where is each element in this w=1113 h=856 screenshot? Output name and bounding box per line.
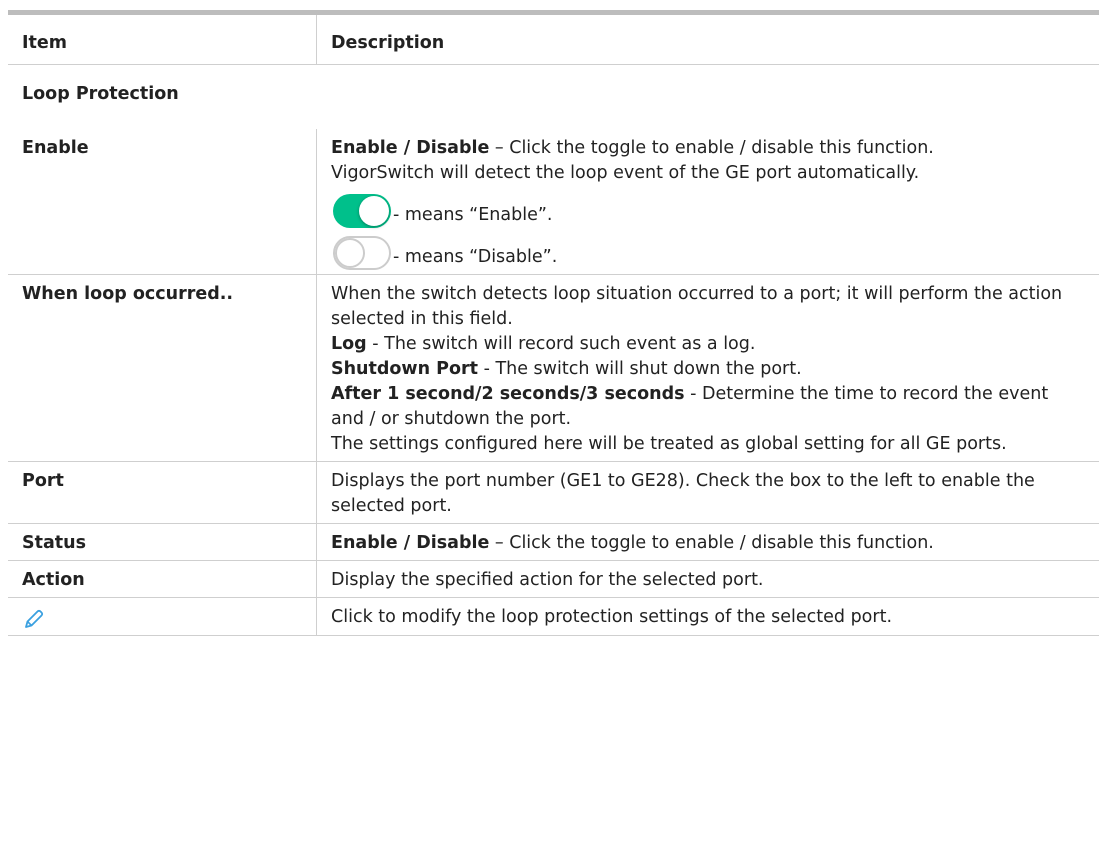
loop-shutdown-text: - The switch will shut down the port. — [478, 359, 802, 379]
toggle-off-text: - means “Disable”. — [393, 247, 558, 267]
row-desc-enable: Enable / Disable – Click the toggle to e… — [316, 129, 1099, 275]
table-header-row: Item Description — [8, 10, 1099, 65]
loop-after-bold: After 1 second/2 seconds/3 seconds — [331, 384, 685, 404]
row-label-port: Port — [8, 461, 317, 524]
row-desc-action: Display the specified action for the sel… — [316, 560, 1099, 598]
loop-global-text: The settings configured here will be tre… — [331, 434, 1007, 454]
row-desc-loop: When the switch detects loop situation o… — [316, 274, 1099, 462]
loop-log-text: - The switch will record such event as a… — [366, 334, 756, 354]
row-label-enable: Enable — [8, 129, 317, 275]
table-row: Enable Enable / Disable – Click the togg… — [8, 129, 1099, 275]
header-description: Description — [316, 10, 1099, 65]
toggle-on-text: - means “Enable”. — [393, 205, 553, 225]
header-item: Item — [8, 10, 317, 65]
section-title: Loop Protection — [22, 84, 179, 104]
loop-log-bold: Log — [331, 334, 367, 354]
toggle-on-example: - means “Enable”. — [331, 186, 1085, 228]
status-text: – Click the toggle to enable / disable t… — [489, 533, 934, 553]
row-desc-status: Enable / Disable – Click the toggle to e… — [316, 523, 1099, 561]
table-row: Status Enable / Disable – Click the togg… — [8, 523, 1099, 561]
toggle-off-example: - means “Disable”. — [331, 228, 1085, 270]
status-bold: Enable / Disable — [331, 533, 490, 553]
enable-bold: Enable / Disable — [331, 138, 490, 158]
table-row: Action Display the specified action for … — [8, 560, 1099, 598]
pencil-icon — [25, 609, 44, 628]
table-row: When loop occurred.. When the switch det… — [8, 274, 1099, 462]
row-desc-edit: Click to modify the loop protection sett… — [316, 597, 1099, 636]
description-table: Item Description Loop Protection Enable … — [8, 10, 1099, 636]
enable-text: – Click the toggle to enable / disable t… — [489, 138, 934, 158]
loop-shutdown-bold: Shutdown Port — [331, 359, 478, 379]
table-row: Port Displays the port number (GE1 to GE… — [8, 461, 1099, 524]
row-desc-port: Displays the port number (GE1 to GE28). … — [316, 461, 1099, 524]
row-label-edit — [8, 597, 317, 636]
table-row: Click to modify the loop protection sett… — [8, 597, 1099, 636]
row-label-status: Status — [8, 523, 317, 561]
row-label-loop: When loop occurred.. — [8, 274, 317, 462]
enable-text2: VigorSwitch will detect the loop event o… — [331, 163, 920, 183]
section-row: Loop Protection — [8, 65, 1099, 130]
toggle-off-icon — [333, 236, 391, 270]
row-label-action: Action — [8, 560, 317, 598]
loop-line1: When the switch detects loop situation o… — [331, 284, 1063, 329]
toggle-on-icon — [333, 194, 391, 228]
